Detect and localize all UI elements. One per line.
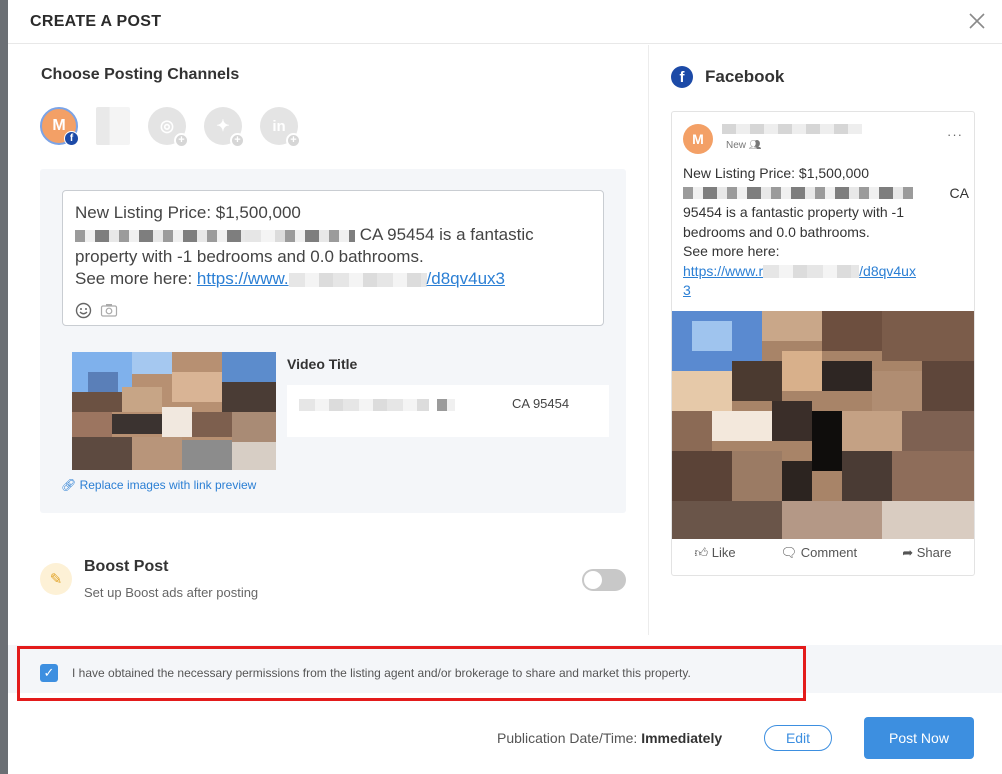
channel-linkedin-add[interactable]: in + xyxy=(260,107,301,148)
preview-line-2-text: CA xyxy=(949,184,969,201)
editor-toolbar xyxy=(75,302,118,319)
boost-title: Boost Post xyxy=(84,558,169,575)
post-link[interactable]: https://www. /d8qv4ux3 xyxy=(197,269,505,288)
comment-label: Comment xyxy=(800,545,858,560)
redacted-address xyxy=(299,398,429,411)
post-now-button[interactable]: Post Now xyxy=(864,717,974,759)
preview-network-title: Facebook xyxy=(705,67,785,86)
post-line-2-text: CA 95454 is a fantastic xyxy=(359,225,534,244)
preview-line-2: CA xyxy=(683,184,969,204)
redacted-address xyxy=(285,229,355,242)
publication-date: Publication Date/Time: Immediately xyxy=(497,730,722,746)
emoji-icon[interactable] xyxy=(75,302,92,319)
plus-icon: + xyxy=(230,133,245,148)
preview-link-wrap: 3 xyxy=(683,282,691,298)
post-line-4: See more here: https://www. /d8qv4ux3 xyxy=(75,268,591,290)
channel-page-thumbnail[interactable] xyxy=(96,107,130,145)
redacted-address xyxy=(437,398,455,411)
like-action[interactable]: 👍︎ Like xyxy=(695,545,736,561)
plus-icon: + xyxy=(286,133,301,148)
create-post-modal: CREATE A POST Choose Posting Channels M … xyxy=(8,0,1002,774)
redacted-link xyxy=(763,265,860,279)
audience-icon: 👥︎ xyxy=(748,140,762,151)
linkedin-icon: in xyxy=(272,117,286,135)
permission-checkbox[interactable]: ✓ xyxy=(40,664,58,682)
redacted-page-name xyxy=(722,124,862,134)
publication-value: Immediately xyxy=(641,730,723,746)
video-title-label: Video Title xyxy=(287,356,358,372)
publication-label: Publication Date/Time: xyxy=(497,730,642,746)
share-action[interactable]: ➦ Share xyxy=(902,545,951,561)
preview-image xyxy=(672,311,974,539)
post-meta-label: New xyxy=(726,140,747,151)
channel-list: M f ◎ + ✦ + in + xyxy=(40,107,301,148)
preview-link-end: /d8qv4ux xyxy=(859,262,916,279)
toggle-knob xyxy=(584,571,602,589)
preview-line-5: See more here: xyxy=(683,243,780,259)
modal-title: CREATE A POST xyxy=(30,12,162,30)
modal-header: CREATE A POST xyxy=(8,0,1002,44)
redacted-link xyxy=(288,272,427,287)
replace-images-label: Replace images with link preview xyxy=(79,478,257,492)
preview-link-start: https://www.r xyxy=(683,262,764,279)
comment-icon: 🗨︎ xyxy=(780,545,801,560)
post-text-input[interactable]: New Listing Price: $1,500,000 CA 95454 i… xyxy=(62,190,604,326)
instagram-icon: ◎ xyxy=(160,118,174,135)
preview-header: f Facebook xyxy=(671,66,784,88)
preview-text: New Listing Price: $1,500,000 CA 95454 i… xyxy=(683,164,969,301)
post-line-1: New Listing Price: $1,500,000 xyxy=(75,203,301,222)
link-start: https://www. xyxy=(196,269,289,288)
more-options-icon[interactable]: ··· xyxy=(947,127,963,142)
facebook-post-preview: M New 👥︎ ··· New Listing Price: $1,500,0… xyxy=(671,111,975,576)
twitter-icon: ✦ xyxy=(216,118,230,135)
channel-twitter-add[interactable]: ✦ + xyxy=(204,107,245,148)
link-icon: 🔗︎ xyxy=(61,478,80,492)
share-icon: ➦ xyxy=(902,545,917,560)
redacted-address xyxy=(683,187,913,200)
preview-line-4: bedrooms and 0.0 bathrooms. xyxy=(683,223,870,240)
video-location: CA 95454 xyxy=(512,396,570,411)
share-label: Share xyxy=(916,545,952,560)
see-more-label: See more here: xyxy=(75,269,197,288)
facebook-badge-icon: f xyxy=(64,131,79,146)
close-icon[interactable] xyxy=(966,10,988,32)
post-line-2: CA 95454 is a fantastic xyxy=(75,224,591,246)
replace-images-link[interactable]: 🔗︎ Replace images with link preview xyxy=(61,478,256,492)
plus-icon: + xyxy=(174,133,189,148)
editor-panel: New Listing Price: $1,500,000 CA 95454 i… xyxy=(40,169,626,513)
boost-subtitle: Set up Boost ads after posting xyxy=(84,585,259,600)
channel-instagram-add[interactable]: ◎ + xyxy=(148,107,189,148)
channel-facebook-avatar[interactable]: M f xyxy=(40,107,79,146)
avatar-initial: M xyxy=(52,117,66,134)
preview-line-3: 95454 is a fantastic property with -1 xyxy=(683,204,905,220)
redacted-address xyxy=(75,229,245,242)
boost-toggle[interactable] xyxy=(582,569,626,591)
camera-icon[interactable] xyxy=(100,302,118,319)
edit-publication-button[interactable]: Edit xyxy=(764,725,832,751)
video-thumbnail[interactable] xyxy=(72,352,276,470)
comment-action[interactable]: 🗨︎ Comment xyxy=(781,545,857,561)
thumbs-up-icon: 👍︎ xyxy=(694,545,712,560)
composer-panel: Choose Posting Channels M f ◎ + ✦ + in + xyxy=(8,45,648,635)
like-label: Like xyxy=(711,545,736,560)
boost-icon: ✎ xyxy=(40,563,72,595)
preview-line-1: New Listing Price: $1,500,000 xyxy=(683,165,869,181)
link-end: /d8qv4ux3 xyxy=(426,269,505,288)
preview-link[interactable]: https://www.r/d8qv4ux 3 xyxy=(683,262,969,301)
redacted-address xyxy=(245,229,285,242)
post-meta: New 👥︎ xyxy=(726,140,762,151)
preview-actions: 👍︎ Like 🗨︎ Comment ➦ Share xyxy=(672,545,974,561)
video-description-input[interactable]: CA 95454 xyxy=(287,385,609,437)
page-backdrop xyxy=(0,0,8,774)
preview-panel: f Facebook M New 👥︎ ··· New Listing Pric… xyxy=(648,45,1002,635)
permission-text: I have obtained the necessary permission… xyxy=(72,666,691,680)
post-line-3: property with -1 bedrooms and 0.0 bathro… xyxy=(75,247,424,266)
facebook-icon: f xyxy=(671,66,693,88)
avatar: M xyxy=(683,124,713,154)
channels-section-title: Choose Posting Channels xyxy=(41,66,240,83)
